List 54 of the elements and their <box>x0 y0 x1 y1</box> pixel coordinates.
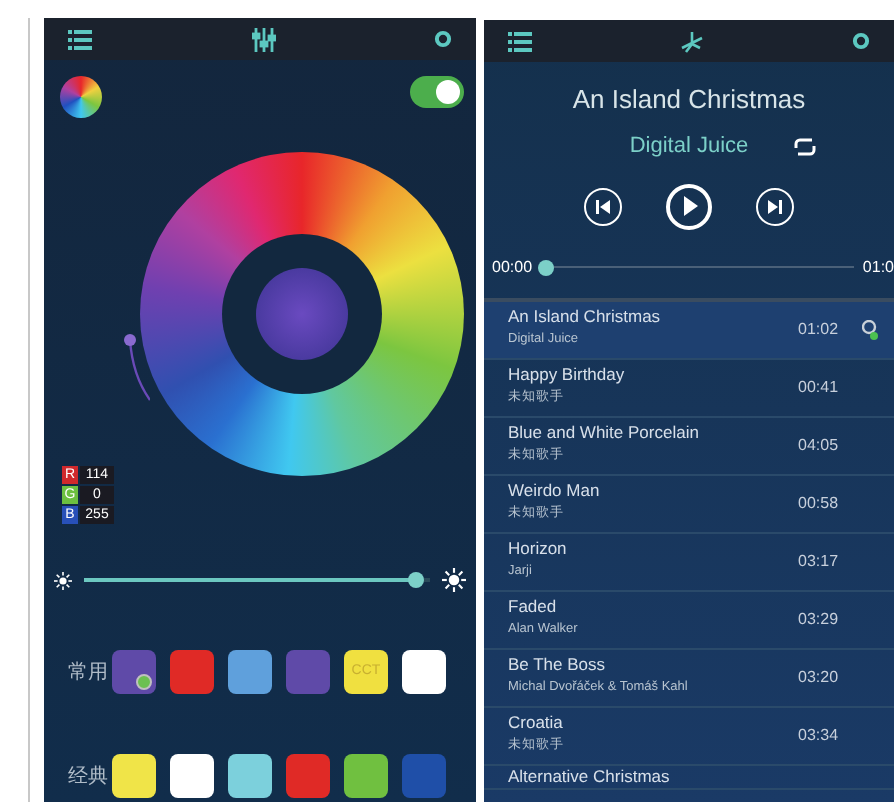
elapsed-time: 00:00 <box>492 255 533 279</box>
song-row-title: Alternative Christmas <box>508 765 672 787</box>
settings-icon[interactable] <box>434 30 452 48</box>
song-duration: 03:20 <box>798 665 841 689</box>
color-swatch[interactable] <box>170 754 214 798</box>
brightness-high-icon <box>442 568 466 592</box>
song-duration: 01:02 <box>798 317 841 341</box>
equalizer-icon[interactable] <box>251 27 275 51</box>
song-title: An Island Christmas <box>570 82 808 118</box>
play-icon <box>681 196 697 216</box>
color-swatch[interactable] <box>344 754 388 798</box>
color-swatch[interactable] <box>286 650 330 694</box>
menu-icon[interactable] <box>68 29 92 49</box>
song-duration: 03:17 <box>798 549 841 573</box>
song-row-title: Blue and White Porcelain <box>508 422 701 444</box>
song-row[interactable]: Alternative Christmas <box>484 765 894 789</box>
settings-icon[interactable] <box>852 32 870 50</box>
preset-row-label: 经典 <box>68 763 110 791</box>
song-row-title: Croatia <box>508 712 565 734</box>
color-swatch[interactable] <box>228 754 272 798</box>
color-palette-icon[interactable] <box>60 76 102 118</box>
song-duration: 00:58 <box>798 491 841 515</box>
power-toggle[interactable] <box>410 76 464 108</box>
previous-icon <box>596 199 610 213</box>
color-swatch[interactable] <box>112 754 156 798</box>
next-icon <box>768 199 782 213</box>
color-preview <box>256 268 348 360</box>
repeat-icon[interactable] <box>794 137 816 155</box>
song-row-title: Faded <box>508 596 559 618</box>
song-duration: 03:34 <box>798 723 841 747</box>
song-row-title: Horizon <box>508 538 569 560</box>
song-row-title: Be The Boss <box>508 654 608 676</box>
song-row-title: Happy Birthday <box>508 364 627 386</box>
artist-name: Digital Juice <box>629 132 749 163</box>
color-swatch[interactable] <box>170 650 214 694</box>
song-duration: 00:41 <box>798 375 841 399</box>
color-swatch[interactable] <box>286 754 330 798</box>
brightness-low-icon <box>54 571 72 589</box>
color-swatch[interactable] <box>228 650 272 694</box>
next-button[interactable] <box>756 187 794 225</box>
play-button[interactable] <box>666 183 712 229</box>
color-swatch[interactable] <box>402 650 446 694</box>
color-swatch[interactable] <box>112 650 156 694</box>
song-duration: 04:05 <box>798 433 841 457</box>
arc-track-drawing[interactable] <box>122 332 150 402</box>
song-duration: 03:29 <box>798 607 841 631</box>
preset-row-label: 常用 <box>68 659 110 687</box>
menu-icon[interactable] <box>508 31 532 51</box>
song-row-title: Weirdo Man <box>508 480 602 502</box>
bulb-icon <box>862 319 878 339</box>
previous-button[interactable] <box>584 187 622 225</box>
song-row-title: An Island Christmas <box>508 306 663 328</box>
color-swatch[interactable] <box>402 754 446 798</box>
duration-time: 01:0 <box>862 255 894 279</box>
